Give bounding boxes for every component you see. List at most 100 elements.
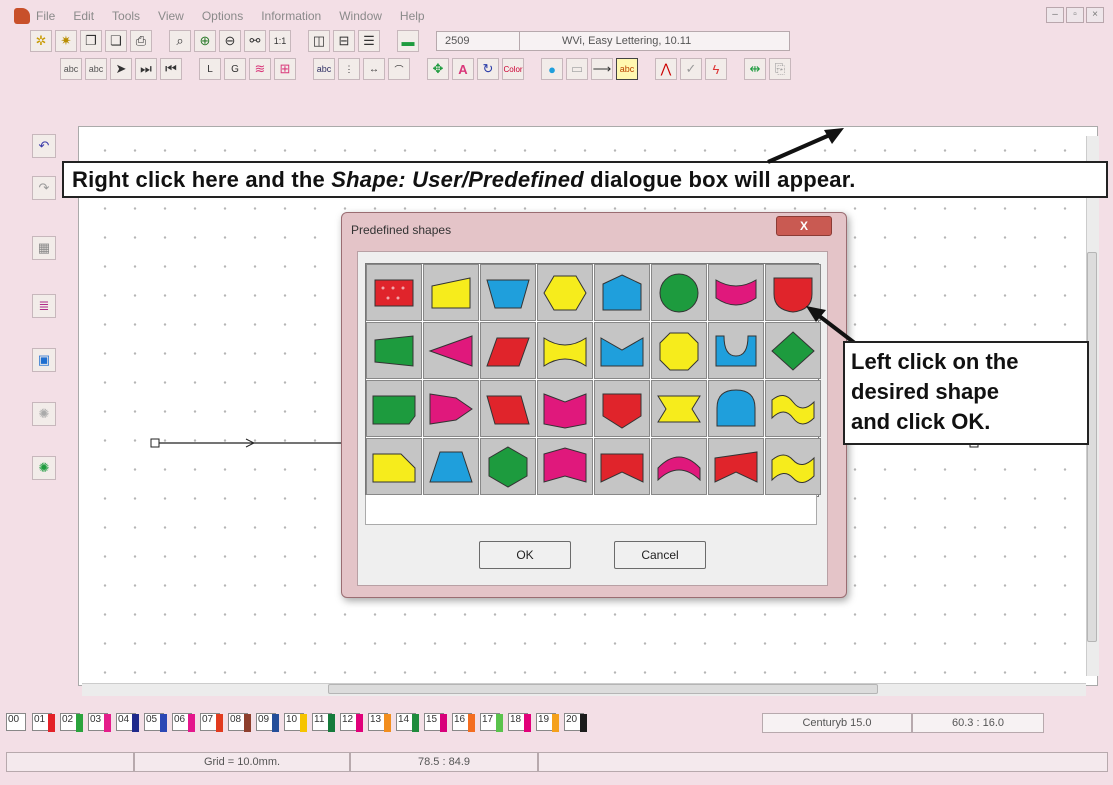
lamp-off-button[interactable]: ✺ (32, 402, 56, 426)
shape-option-dome-blue[interactable] (708, 380, 764, 437)
cancel-button[interactable]: Cancel (614, 541, 706, 569)
app-icon[interactable] (14, 8, 30, 24)
thread-color-00[interactable]: 00 (6, 713, 26, 731)
vertical-scroll-thumb[interactable] (1087, 252, 1097, 642)
angle-button[interactable]: ⋀ (655, 58, 677, 80)
shape-option-wave-yellow[interactable] (765, 380, 821, 437)
menu-tools[interactable]: Tools (112, 9, 140, 23)
lamp-on-button[interactable]: ✺ (32, 456, 56, 480)
shape-option-arch2-magenta[interactable] (651, 438, 707, 495)
thread-color-09[interactable]: 09 (256, 713, 279, 732)
shape-option-parallelogram-red[interactable] (480, 322, 536, 379)
maximize-button[interactable]: ▫ (1066, 7, 1084, 23)
stitch-lines-button[interactable]: ≋ (249, 58, 271, 80)
thread-color-20[interactable]: 20 (564, 713, 587, 732)
shape-option-bowtie-yellow[interactable] (537, 322, 593, 379)
thread-color-04[interactable]: 04 (116, 713, 139, 732)
minimize-button[interactable]: – (1046, 7, 1064, 23)
shape-option-ribbon-red[interactable] (594, 438, 650, 495)
shape-option-trap-blue[interactable] (423, 438, 479, 495)
hoop-button[interactable]: ▬ (397, 30, 419, 52)
undo-button[interactable]: ↶ (32, 134, 56, 158)
shape-option-trapezoid-down[interactable] (480, 264, 536, 321)
shape-option-hexagon-green[interactable] (480, 438, 536, 495)
transfer-button[interactable]: ⎘ (769, 58, 791, 80)
thread-color-05[interactable]: 05 (144, 713, 167, 732)
shape-user-predefined-button[interactable]: abc (616, 58, 638, 80)
zoom-out-button[interactable]: ⊖ (219, 30, 241, 52)
shape-option-notch-magenta[interactable] (537, 380, 593, 437)
menu-file[interactable]: File (36, 9, 55, 23)
ok-button[interactable]: OK (479, 541, 571, 569)
thread-color-02[interactable]: 02 (60, 713, 83, 732)
split-horizontal-button[interactable]: ⊟ (333, 30, 355, 52)
left-align-button[interactable]: L (199, 58, 221, 80)
open-button[interactable]: ❐ (80, 30, 102, 52)
thread-color-12[interactable]: 12 (340, 713, 363, 732)
close-window-button[interactable]: × (1086, 7, 1104, 23)
stitch-grid-button[interactable]: ⊞ (274, 58, 296, 80)
menu-edit[interactable]: Edit (73, 9, 94, 23)
split-vertical-button[interactable]: ◫ (308, 30, 330, 52)
monitor-view-button[interactable]: ▣ (32, 348, 56, 372)
zoom-1-1-button[interactable]: 1:1 (269, 30, 291, 52)
wizard-button[interactable]: ✷ (55, 30, 77, 52)
circle-shape-button[interactable]: ● (541, 58, 563, 80)
rotate-button[interactable]: ↻ (477, 58, 499, 80)
mirror-text-button[interactable]: abc (313, 58, 335, 80)
play-end-button[interactable]: ⏭ (135, 58, 157, 80)
lightning-button[interactable]: ϟ (705, 58, 727, 80)
shape-option-tab-green[interactable] (366, 380, 422, 437)
shape-option-arrow-magenta[interactable] (423, 380, 479, 437)
arc-text-button[interactable]: ⌒ (388, 58, 410, 80)
new-design-button[interactable]: ✲ (30, 30, 52, 52)
shape-option-pentagon-blue[interactable] (594, 264, 650, 321)
binoculars-button[interactable]: ⚯ (244, 30, 266, 52)
color-button[interactable]: Color (502, 58, 524, 80)
dialog-close-button[interactable]: X (776, 216, 832, 236)
zoom-in-button[interactable]: ⊕ (194, 30, 216, 52)
thread-color-10[interactable]: 10 (284, 713, 307, 732)
save-button[interactable]: ❏ (105, 30, 127, 52)
print-button[interactable]: ⎙ (130, 30, 152, 52)
lettering-abc2-button[interactable]: abc (85, 58, 107, 80)
shape-option-octagon-yellow[interactable] (651, 322, 707, 379)
thread-color-14[interactable]: 14 (396, 713, 419, 732)
shape-option-trapezoid-green[interactable] (366, 322, 422, 379)
shape-option-stitch-rect[interactable] (366, 264, 422, 321)
menu-information[interactable]: Information (261, 9, 321, 23)
thread-color-18[interactable]: 18 (508, 713, 531, 732)
shape-option-trapezoid-slant[interactable] (423, 264, 479, 321)
shape-option-circle-green[interactable] (651, 264, 707, 321)
move-button[interactable]: ✥ (427, 58, 449, 80)
shape-option-banner-blue[interactable] (594, 322, 650, 379)
shape-option-cup-blue[interactable] (708, 322, 764, 379)
redo-button[interactable]: ↷ (32, 176, 56, 200)
shape-option-arch-magenta[interactable] (708, 264, 764, 321)
menu-view[interactable]: View (158, 9, 184, 23)
shape-option-slant-red[interactable] (480, 380, 536, 437)
join-button[interactable]: ⇹ (744, 58, 766, 80)
shape-option-bowtie2-yellow[interactable] (651, 380, 707, 437)
thread-color-01[interactable]: 01 (32, 713, 55, 732)
stitch-view-button[interactable]: ≣ (32, 294, 56, 318)
thread-color-16[interactable]: 16 (452, 713, 475, 732)
menu-options[interactable]: Options (202, 9, 243, 23)
shape-option-hexagon-yellow[interactable] (537, 264, 593, 321)
check-button[interactable]: ✓ (680, 58, 702, 80)
shape-option-flag-yellow[interactable] (765, 438, 821, 495)
thread-color-13[interactable]: 13 (368, 713, 391, 732)
play-start-button[interactable]: ⏮ (160, 58, 182, 80)
thread-color-06[interactable]: 06 (172, 713, 195, 732)
thread-color-15[interactable]: 15 (424, 713, 447, 732)
thread-color-07[interactable]: 07 (200, 713, 223, 732)
shape-option-banner2-red[interactable] (708, 438, 764, 495)
layers-button[interactable]: ☰ (358, 30, 380, 52)
baseline-button[interactable]: ▭ (566, 58, 588, 80)
select-arrow-button[interactable]: ➤ (110, 58, 132, 80)
grid-g-button[interactable]: G (224, 58, 246, 80)
menu-help[interactable]: Help (400, 9, 425, 23)
lettering-abc-button[interactable]: abc (60, 58, 82, 80)
horizontal-scroll-thumb[interactable] (328, 684, 878, 694)
thread-color-11[interactable]: 11 (312, 713, 335, 732)
